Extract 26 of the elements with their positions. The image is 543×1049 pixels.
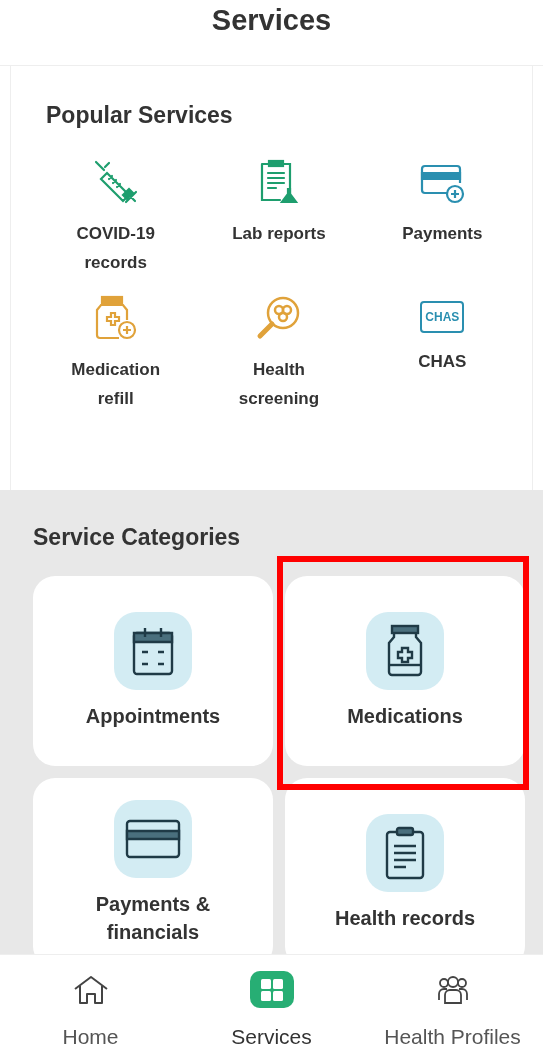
service-shortcut[interactable]: Payments (360, 159, 524, 285)
section-heading: Service Categories (33, 524, 241, 551)
home-icon (73, 974, 108, 1005)
service-shortcut[interactable]: Lab reports (197, 159, 361, 285)
section-heading: Popular Services (46, 102, 233, 129)
magnifier-icon (256, 295, 302, 341)
service-shortcut[interactable]: CHAS CHAS (360, 295, 524, 421)
service-shortcut[interactable]: Health screening (197, 295, 361, 421)
service-shortcut[interactable]: COVID-19 records (34, 159, 198, 285)
credit-card-icon (125, 819, 181, 859)
page-title: Services (211, 4, 332, 37)
people-icon (436, 975, 469, 1004)
category-card[interactable]: Health records (285, 778, 525, 954)
service-shortcut[interactable]: Medication refill (34, 295, 198, 421)
medicine-bottle-icon (386, 624, 424, 678)
calendar-icon (132, 626, 174, 676)
category-card[interactable]: Appointments (33, 576, 273, 766)
grid-icon (259, 977, 284, 1002)
category-card[interactable]: Payments & financials (33, 778, 273, 954)
category-card[interactable]: Medications (285, 576, 525, 766)
nav-tab[interactable]: Home (0, 955, 181, 1049)
nav-tab[interactable]: Health Profiles (362, 955, 543, 1049)
clipboard-icon (385, 826, 425, 880)
chas-logo: CHAS (420, 301, 465, 333)
syringe-icon (92, 159, 139, 205)
nav-tab[interactable]: Services (181, 955, 362, 1049)
